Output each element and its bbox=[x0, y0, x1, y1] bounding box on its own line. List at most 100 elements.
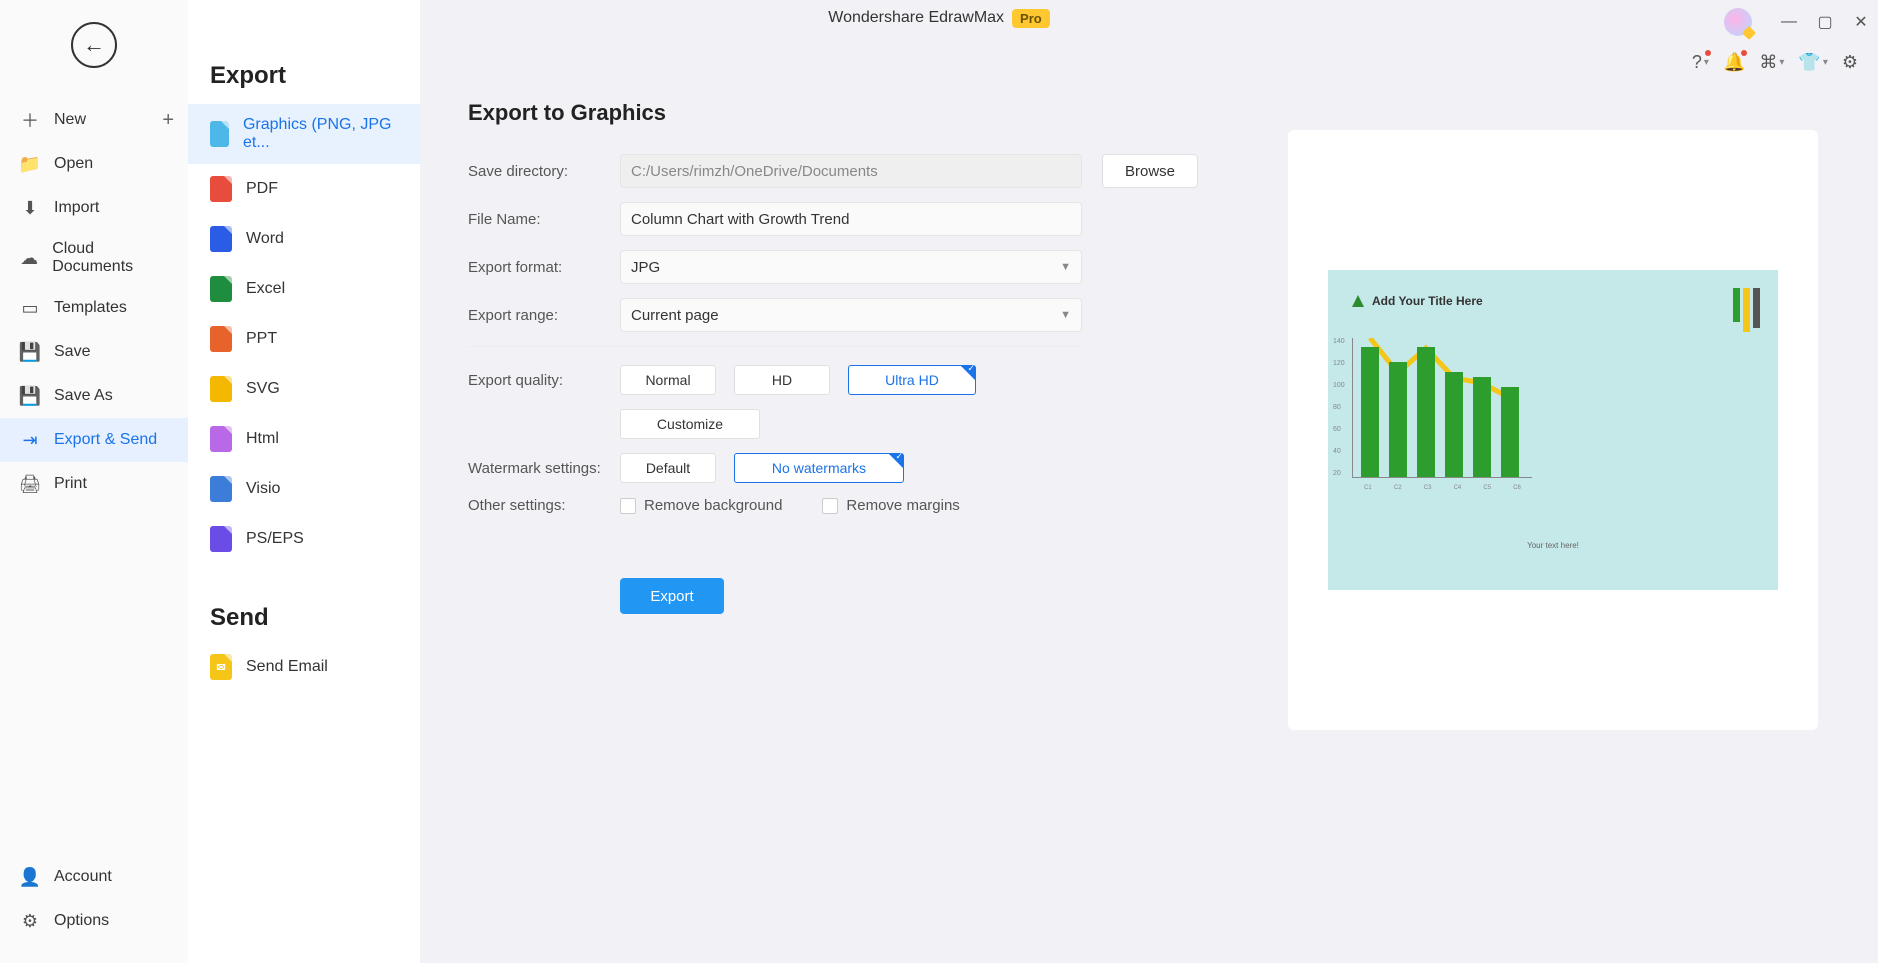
export-range-value: Current page bbox=[631, 307, 719, 324]
bar bbox=[1501, 387, 1519, 477]
browse-button[interactable]: Browse bbox=[1102, 154, 1198, 188]
label-export-quality: Export quality: bbox=[468, 372, 620, 389]
preview-title-text: Add Your Title Here bbox=[1372, 294, 1483, 308]
import-icon: ⬇ bbox=[18, 196, 42, 220]
sidebar-primary: ← ＋ New + 📁Open⬇Import ☁ Cloud Documents ▭ Temp… bbox=[0, 0, 188, 963]
nav-label: Account bbox=[54, 868, 112, 886]
svg-file-icon bbox=[210, 376, 232, 402]
templates-icon: ▭ bbox=[18, 296, 42, 320]
format-label: Graphics (PNG, JPG et... bbox=[243, 116, 398, 152]
nav-export[interactable]: ⇥ Export & Send bbox=[0, 418, 188, 462]
quality-normal[interactable]: Normal bbox=[620, 365, 716, 395]
bar bbox=[1417, 347, 1435, 477]
format-graphics[interactable]: Graphics (PNG, JPG et... bbox=[188, 104, 420, 164]
nav-templates[interactable]: ▭ Templates bbox=[0, 286, 188, 330]
save-directory-input[interactable] bbox=[620, 154, 1082, 188]
nav-label: Templates bbox=[54, 299, 127, 317]
export-icon: ⇥ bbox=[18, 428, 42, 452]
quality-ultra-hd[interactable]: Ultra HD bbox=[848, 365, 976, 395]
format-word[interactable]: Word bbox=[188, 214, 420, 264]
divider bbox=[468, 346, 1082, 347]
plus-icon[interactable]: + bbox=[162, 109, 174, 132]
back-button[interactable]: ← bbox=[71, 22, 117, 68]
export-format-select[interactable]: JPG ▼ bbox=[620, 250, 1082, 284]
options-icon: ⚙ bbox=[18, 909, 42, 933]
excel-file-icon bbox=[210, 276, 232, 302]
save-icon: 💾 bbox=[18, 340, 42, 364]
format-label: Visio bbox=[246, 480, 280, 498]
nav-saveas[interactable]: 💾Save As bbox=[0, 374, 188, 418]
nav-label: Export & Send bbox=[54, 431, 157, 449]
chevron-down-icon: ▼ bbox=[1060, 309, 1071, 321]
bar bbox=[1389, 362, 1407, 477]
format-pdf[interactable]: PDF bbox=[188, 164, 420, 214]
nav-label: Cloud Documents bbox=[52, 240, 170, 276]
graphics-file-icon bbox=[210, 121, 229, 147]
quality-hd[interactable]: HD bbox=[734, 365, 830, 395]
cloud-icon: ☁ bbox=[18, 246, 40, 270]
nav-print[interactable]: 🖨 Print bbox=[0, 462, 188, 506]
format-pseps[interactable]: PS/EPS bbox=[188, 514, 420, 564]
print-icon: 🖨 bbox=[18, 472, 42, 496]
nav-cloud[interactable]: ☁ Cloud Documents bbox=[0, 230, 188, 286]
preview-chart: 14012010080604020 C1C2C3C4C5C6 bbox=[1352, 338, 1532, 478]
send-list: ✉Send Email bbox=[188, 642, 420, 692]
ppt-file-icon bbox=[210, 326, 232, 352]
format-label: PPT bbox=[246, 330, 277, 348]
format-ppt[interactable]: PPT bbox=[188, 314, 420, 364]
bar bbox=[1445, 372, 1463, 477]
checkbox-icon bbox=[620, 498, 636, 514]
nav-account[interactable]: 👤 Account bbox=[0, 855, 188, 899]
send-label: Send Email bbox=[246, 658, 328, 676]
quality-options: Normal HD Ultra HD bbox=[620, 365, 976, 395]
new-icon: ＋ bbox=[18, 108, 42, 132]
nav-save[interactable]: 💾 Save bbox=[0, 330, 188, 374]
label-other: Other settings: bbox=[468, 497, 620, 514]
export-range-select[interactable]: Current page ▼ bbox=[620, 298, 1082, 332]
format-label: PDF bbox=[246, 180, 278, 198]
format-html[interactable]: Html bbox=[188, 414, 420, 464]
nav-new[interactable]: ＋ New + bbox=[0, 98, 188, 142]
watermark-default[interactable]: Default bbox=[620, 453, 716, 483]
customize-button[interactable]: Customize bbox=[620, 409, 760, 439]
main-content: Export to Graphics Save directory: Brows… bbox=[420, 0, 1878, 963]
format-visio[interactable]: Visio bbox=[188, 464, 420, 514]
nav-open[interactable]: 📁Open bbox=[0, 142, 188, 186]
remove-margins-checkbox[interactable]: Remove margins bbox=[822, 497, 959, 514]
format-label: SVG bbox=[246, 380, 280, 398]
primary-nav-bottom: 👤 Account ⚙ Options bbox=[0, 855, 188, 943]
label-export-range: Export range: bbox=[468, 307, 620, 324]
word-file-icon bbox=[210, 226, 232, 252]
remove-background-checkbox[interactable]: Remove background bbox=[620, 497, 782, 514]
send-email[interactable]: ✉Send Email bbox=[188, 642, 420, 692]
format-label: Excel bbox=[246, 280, 285, 298]
file-name-input[interactable] bbox=[620, 202, 1082, 236]
nav-label: Options bbox=[54, 912, 109, 930]
send-heading: Send bbox=[188, 564, 420, 642]
pseps-file-icon bbox=[210, 526, 232, 552]
nav-options[interactable]: ⚙ Options bbox=[0, 899, 188, 943]
format-svg[interactable]: SVG bbox=[188, 364, 420, 414]
nav-label: Save bbox=[54, 343, 90, 361]
format-label: Html bbox=[246, 430, 279, 448]
preview-subtitle: Your text here! bbox=[1527, 541, 1579, 550]
bar bbox=[1473, 377, 1491, 477]
pdf-file-icon bbox=[210, 176, 232, 202]
label-export-format: Export format: bbox=[468, 259, 620, 276]
nav-label: New bbox=[54, 111, 86, 129]
nav-label: Print bbox=[54, 475, 87, 493]
nav-label: Save As bbox=[54, 387, 113, 405]
export-button[interactable]: Export bbox=[620, 578, 724, 614]
watermark-no-watermarks[interactable]: No watermarks bbox=[734, 453, 904, 483]
format-list: Graphics (PNG, JPG et... PDF Word Excel PPT S… bbox=[188, 104, 420, 564]
format-excel[interactable]: Excel bbox=[188, 264, 420, 314]
chevron-down-icon: ▼ bbox=[1060, 261, 1071, 273]
account-icon: 👤 bbox=[18, 865, 42, 889]
nav-import[interactable]: ⬇Import bbox=[0, 186, 188, 230]
export-format-value: JPG bbox=[631, 259, 660, 276]
x-axis-labels: C1C2C3C4C5C6 bbox=[1353, 485, 1532, 491]
preview-image: Add Your Title Here 14012010080604020 C1… bbox=[1328, 270, 1778, 590]
export-heading: Export bbox=[188, 62, 420, 104]
bar bbox=[1361, 347, 1379, 477]
preview-title-row: Add Your Title Here bbox=[1352, 294, 1754, 308]
